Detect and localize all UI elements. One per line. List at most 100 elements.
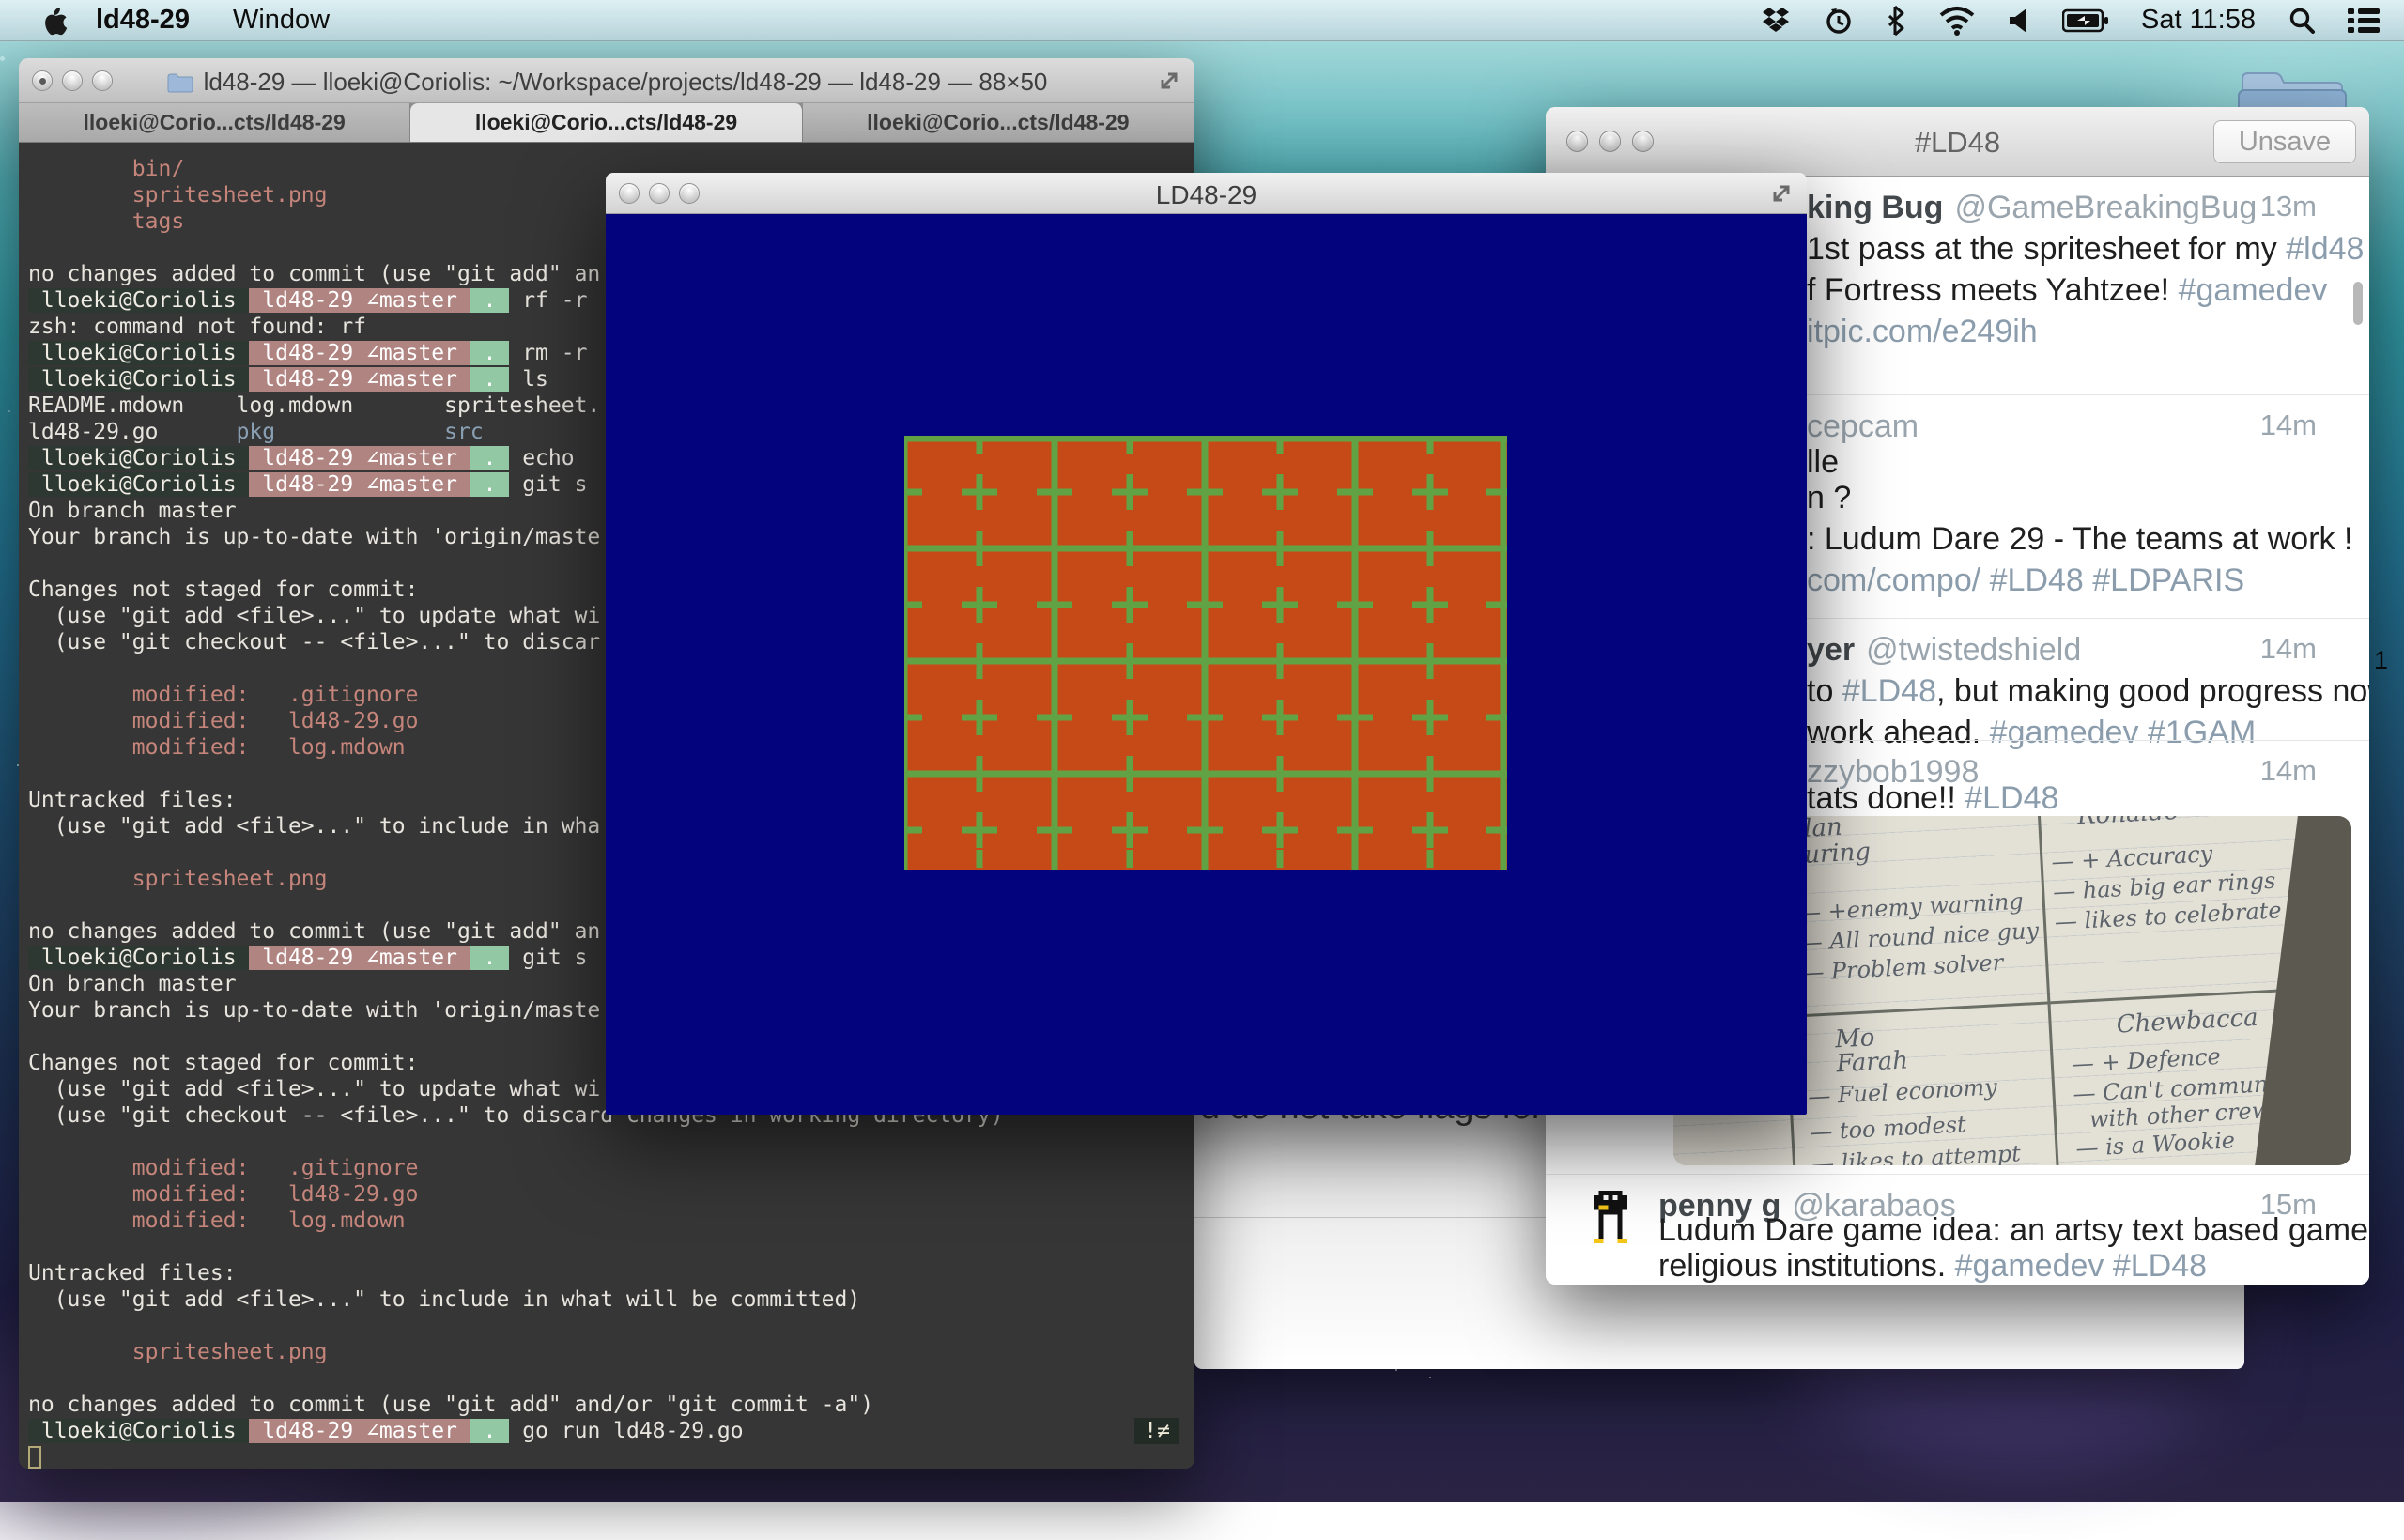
terminal-line [28, 1129, 1194, 1155]
game-titlebar[interactable]: LD48-29 [606, 173, 1807, 214]
terminal-tab-2[interactable]: lloeki@Corio...cts/ld48-29 [410, 103, 802, 142]
time-machine-icon[interactable] [1824, 6, 1854, 36]
star [1395, 1369, 1397, 1371]
hashtag-link[interactable]: #LD48 [2113, 1248, 2207, 1284]
star [8, 410, 10, 412]
avatar[interactable] [1580, 1186, 1641, 1248]
terminal-window-title: ld48-29 — lloeki@Coriolis: ~/Workspace/p… [204, 68, 1048, 97]
close-button[interactable] [1566, 131, 1588, 152]
terminal-line: no changes added to commit (use "git add… [28, 1392, 1194, 1418]
handwritten-note: — Fuel economy [1808, 1073, 1998, 1110]
fullscreen-icon[interactable] [1769, 181, 1794, 206]
terminal-cursor-line [28, 1444, 1194, 1469]
tweet-text-line: : Ludum Dare 29 - The teams at work ! [1807, 521, 2352, 558]
terminal-line: (use "git add <file>..." to include in w… [28, 1286, 1194, 1313]
bluetooth-icon[interactable] [1886, 5, 1906, 37]
tweet-text-line: com/compo/ #LD48 #LDPARIS [1807, 562, 2244, 599]
desktop-stray-label: 1 [2374, 646, 2388, 675]
tweet-text-line: n ? [1807, 480, 1851, 516]
handwritten-note: — Problem solver [1801, 949, 2004, 986]
spritesheet-grid [904, 436, 1507, 905]
terminal-line [28, 1234, 1194, 1260]
star [1429, 1377, 1431, 1378]
unsave-button[interactable]: Unsave [2213, 120, 2356, 163]
handwritten-note: — + Defence [2071, 1043, 2221, 1077]
window-menu[interactable]: Window [233, 5, 330, 36]
battery-icon[interactable] [2062, 8, 2109, 33]
handwritten-note: — + Accuracy [2051, 840, 2213, 875]
menu-bar: ld48-29 Window [0, 0, 2404, 41]
terminal-titlebar[interactable]: ld48-29 — lloeki@Coriolis: ~/Workspace/p… [19, 58, 1194, 103]
close-button[interactable] [32, 70, 53, 91]
dropbox-icon[interactable] [1760, 6, 1792, 36]
terminal-cursor [28, 1446, 41, 1469]
terminal-line: lloeki@Coriolis ld48-29 ∠master . go run… [28, 1418, 1194, 1444]
menu-clock[interactable]: Sat 11:58 [2141, 5, 2256, 36]
apple-menu-icon[interactable] [38, 4, 71, 38]
handwritten-note: Chewbacca [2116, 1004, 2258, 1040]
twitter-scrollbar[interactable] [2353, 282, 2363, 325]
tweet-header: yer @twistedshield [1807, 632, 2081, 669]
active-app-menu[interactable]: ld48-29 [96, 5, 190, 36]
handwritten-note: Ronaldo [2076, 816, 2180, 831]
volume-icon[interactable] [2008, 7, 2030, 35]
tweet-text-line: itpic.com/e249ih [1807, 314, 2038, 350]
notification-center-icon[interactable] [2348, 8, 2380, 34]
zoom-button[interactable] [679, 183, 700, 204]
minimize-button[interactable] [62, 70, 83, 91]
tweet-author-name[interactable]: king Bug [1807, 190, 1943, 225]
minimize-button[interactable] [649, 183, 670, 204]
tweet-author-name[interactable]: yer [1807, 632, 1855, 668]
minimize-button[interactable] [1599, 131, 1621, 152]
tweet-author-handle[interactable]: cepcam [1807, 408, 1919, 444]
tweet-header: cepcam [1807, 408, 1919, 445]
proxy-folder-icon [166, 71, 194, 94]
tweet-text-line: religious institutions. #gamedev #LD48 [1658, 1248, 2207, 1285]
terminal-line: modified: ld48-29.go [28, 1181, 1194, 1208]
close-button[interactable] [619, 183, 640, 204]
fullscreen-icon[interactable] [1157, 69, 1181, 93]
tweet-author-handle[interactable]: @twistedshield [1866, 632, 2081, 668]
hashtag-link[interactable]: #LD48 [1842, 673, 1936, 709]
tweet-text-line: to #LD48, but making good progress now. [1807, 673, 2369, 710]
tweet-text-line: Ludum Dare game idea: an artsy text base… [1658, 1212, 2369, 1249]
hashtag-link[interactable]: com/compo/ #LD48 #LDPARIS [1807, 562, 2244, 598]
hashtag-link[interactable]: #ld48 [2286, 231, 2364, 267]
tweet-timestamp: 14m [2260, 754, 2317, 788]
terminal-tab-1[interactable]: lloeki@Corio...cts/ld48-29 [19, 103, 410, 142]
star [0, 56, 5, 61]
tweet-header: king Bug @GameBreakingBug [1807, 190, 2257, 226]
wifi-icon[interactable] [1938, 6, 1976, 36]
tweet[interactable]: penny g@karabaos15mLudum Dare game idea:… [1546, 1174, 2369, 1285]
tweet-text-line: lle [1807, 444, 1839, 481]
tweet-timestamp: 14m [2260, 408, 2317, 442]
hashtag-link[interactable]: #LD48 [1965, 780, 2058, 816]
terminal-line: modified: .gitignore [28, 1155, 1194, 1181]
terminal-line [28, 1365, 1194, 1392]
terminal-tab-3[interactable]: lloeki@Corio...cts/ld48-29 [803, 103, 1194, 142]
game-canvas [606, 214, 1807, 1115]
twitter-titlebar[interactable]: #LD48 Unsave [1546, 107, 2369, 177]
handwritten-note: — likes to attempt [1811, 1140, 2021, 1165]
hashtag-link[interactable]: #gamedev [1955, 1248, 2104, 1284]
terminal-line: Untracked files: [28, 1260, 1194, 1286]
tweet-text-line: tats done!! #LD48 [1807, 780, 2058, 817]
game-window: LD48-29 [606, 173, 1807, 1115]
handwritten-note: — too modest [1810, 1111, 1967, 1146]
spotlight-icon[interactable] [2288, 7, 2316, 35]
tweet-text-line: f Fortress meets Yahtzee! #gamedev [1807, 272, 2327, 309]
game-window-title: LD48-29 [606, 180, 1807, 210]
hashtag-link[interactable]: #gamedev [2179, 272, 2328, 308]
handwritten-note: Farah [1836, 1046, 1909, 1078]
terminal-line: modified: log.mdown [28, 1208, 1194, 1234]
tweet-author-handle[interactable]: @GameBreakingBug [1954, 190, 2257, 225]
terminal-line [28, 1313, 1194, 1339]
zoom-button[interactable] [92, 70, 113, 91]
tweet-text-line: 1st pass at the spritesheet for my #ld48… [1807, 231, 2369, 268]
hashtag-link[interactable]: itpic.com/e249ih [1807, 314, 2038, 349]
terminal-line: spritesheet.png [28, 1339, 1194, 1365]
tweet-timestamp: 13m [2260, 190, 2317, 223]
zoom-button[interactable] [1632, 131, 1654, 152]
terminal-tab-bar: lloeki@Corio...cts/ld48-29lloeki@Corio..… [19, 103, 1194, 143]
prompt-status-badge: !≠ [1134, 1418, 1179, 1444]
